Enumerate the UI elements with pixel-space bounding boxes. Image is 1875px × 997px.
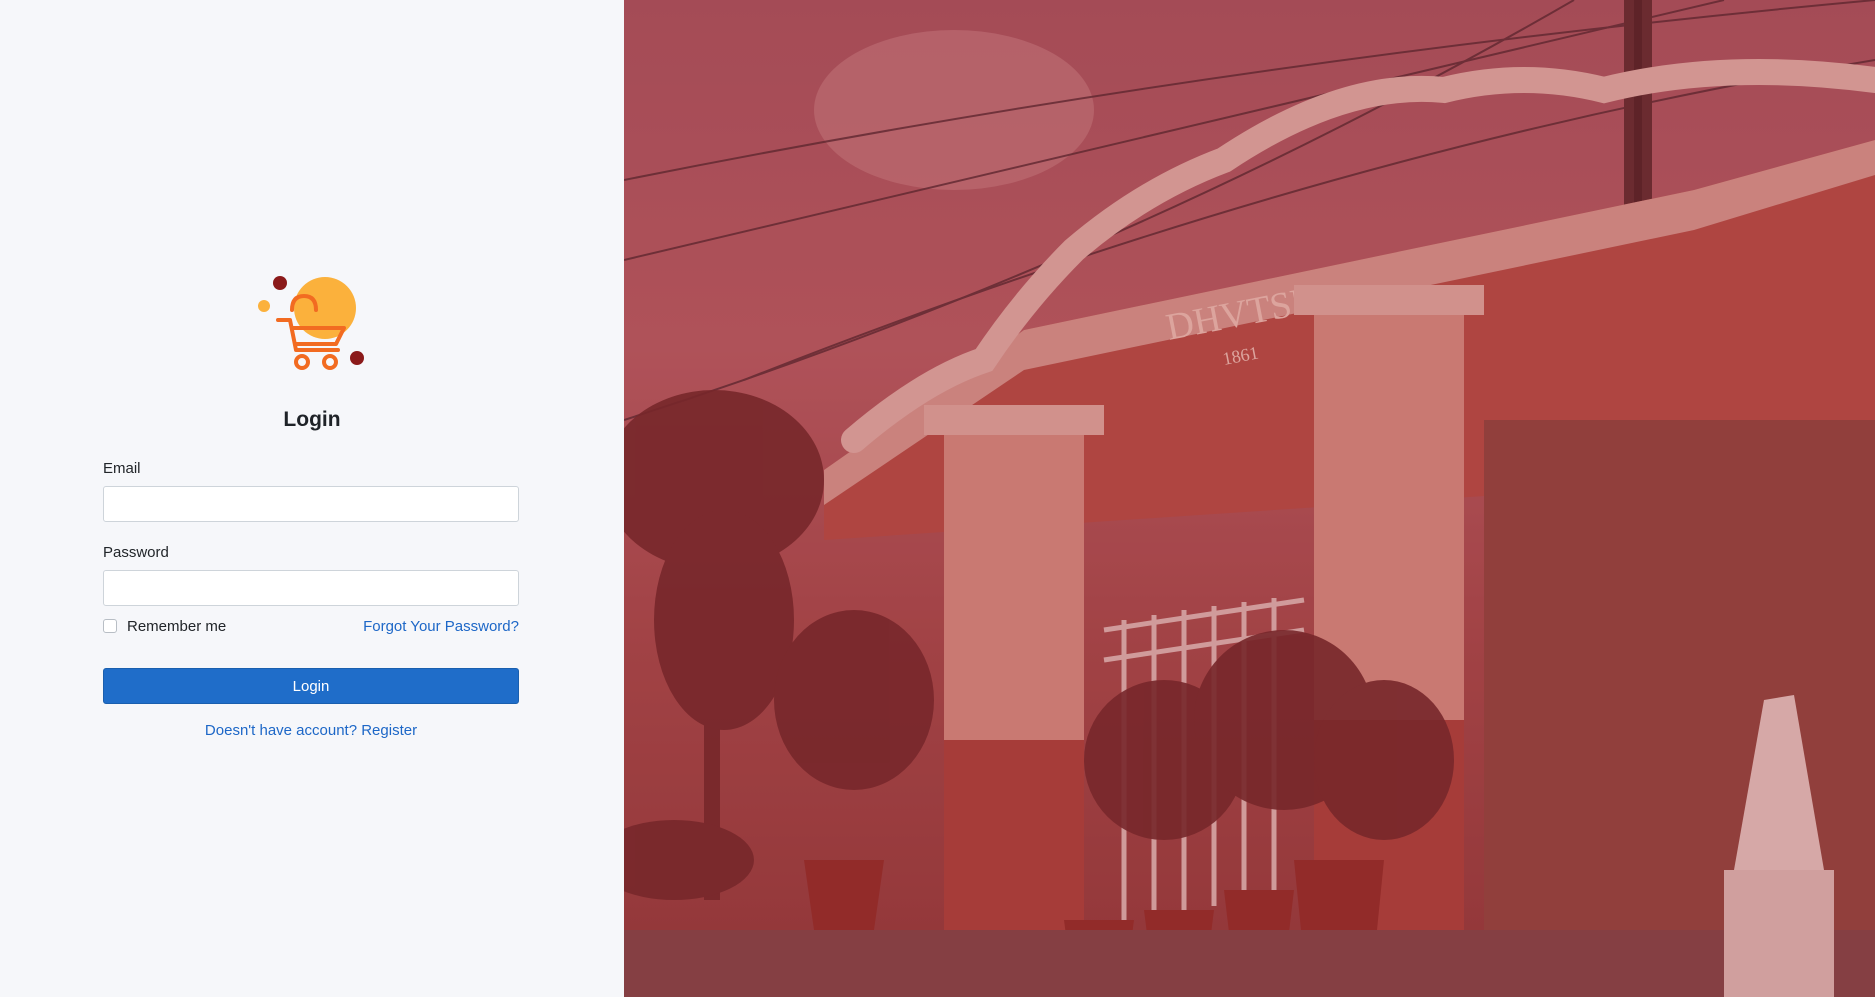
password-field[interactable] (103, 570, 519, 606)
shopping-cart-icon (258, 276, 364, 370)
photo-tint-overlay (624, 0, 1875, 997)
forgot-password-link[interactable]: Forgot Your Password? (363, 618, 519, 635)
remember-me-checkbox[interactable] (103, 619, 117, 633)
email-label: Email (103, 460, 141, 477)
register-link[interactable]: Doesn't have account? Register (205, 722, 417, 739)
remember-me[interactable]: Remember me (103, 618, 226, 635)
remember-row: Remember me Forgot Your Password? (103, 616, 519, 636)
login-button[interactable]: Login (103, 668, 519, 704)
remember-me-label: Remember me (127, 617, 227, 635)
login-form: Email Password Remember me Forgot Your P… (103, 460, 519, 740)
password-label: Password (103, 544, 169, 561)
login-page: Login Email Password Remember me Forgot … (0, 0, 1875, 997)
email-field[interactable] (103, 486, 519, 522)
campus-gate-photo: DHVTSU 1861 (624, 0, 1875, 997)
page-title: Login (283, 408, 341, 431)
register-row: Doesn't have account? Register (103, 722, 519, 740)
login-panel: Login Email Password Remember me Forgot … (0, 0, 624, 997)
